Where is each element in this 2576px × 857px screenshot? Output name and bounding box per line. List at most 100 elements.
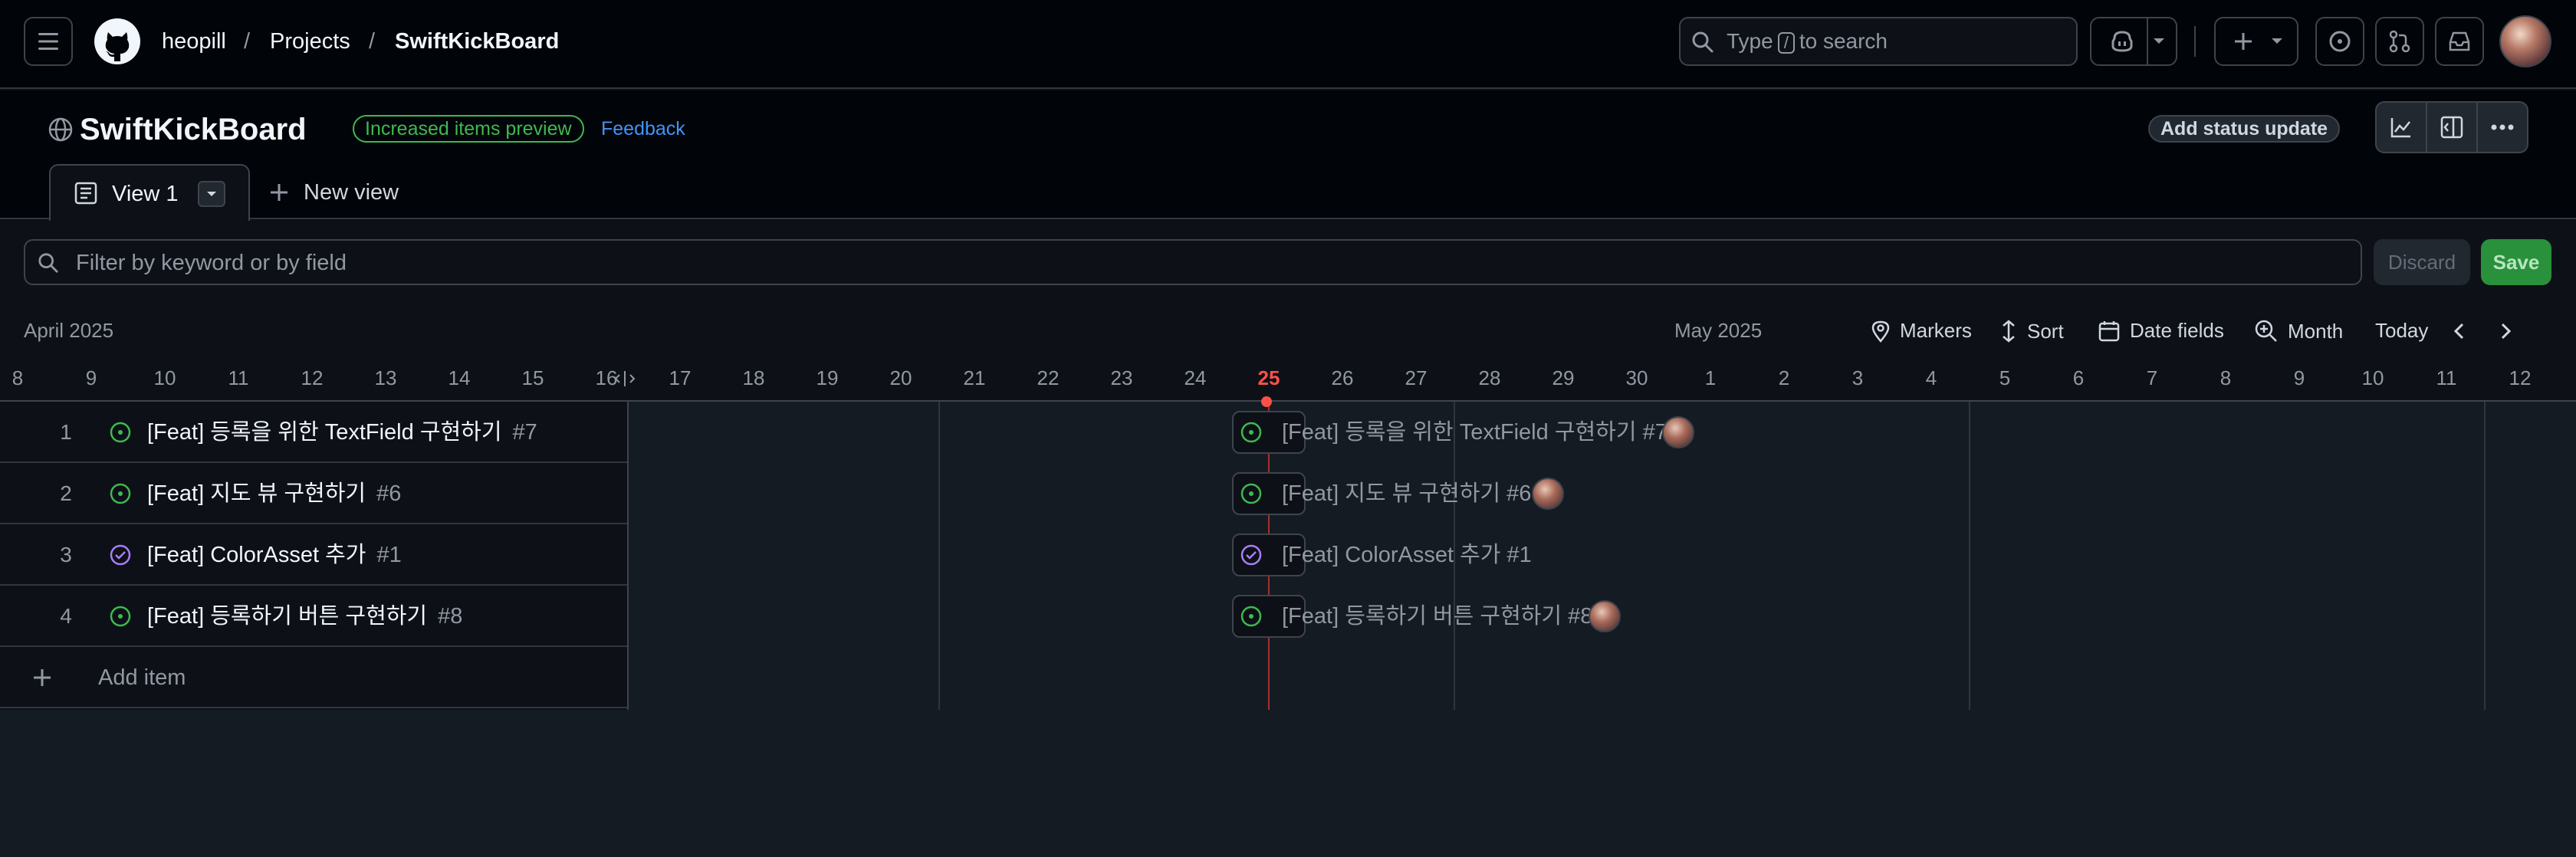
breadcrumb-project[interactable]: SwiftKickBoard bbox=[395, 28, 559, 55]
issue-closed-icon bbox=[1240, 544, 1262, 566]
location-pin-icon bbox=[1871, 320, 1890, 343]
empty-canvas bbox=[0, 710, 2576, 857]
zoom-month-button[interactable]: Month bbox=[2254, 319, 2343, 343]
divider bbox=[2194, 26, 2196, 57]
week-gridline bbox=[938, 402, 940, 710]
day-label: 2 bbox=[1778, 366, 1790, 389]
tab-view-1[interactable]: View 1 bbox=[49, 164, 250, 221]
sort-label: Sort bbox=[2027, 319, 2064, 343]
add-status-update-button[interactable]: Add status update bbox=[2148, 115, 2341, 143]
breadcrumb-projects[interactable]: Projects bbox=[270, 28, 350, 55]
day-label: 11 bbox=[228, 366, 249, 389]
menu-button[interactable] bbox=[24, 17, 73, 66]
graph-icon[interactable] bbox=[2389, 115, 2413, 140]
day-label: 15 bbox=[521, 366, 544, 389]
day-label: 24 bbox=[1184, 366, 1207, 389]
day-label: 21 bbox=[963, 366, 986, 389]
day-label: 27 bbox=[1405, 366, 1428, 389]
issue-opened-icon bbox=[110, 422, 131, 443]
day-label: 23 bbox=[1110, 366, 1133, 389]
item-title[interactable]: [Feat] 지도 뷰 구현하기 #6 bbox=[147, 463, 401, 524]
table-divider bbox=[627, 402, 629, 710]
git-pull-request-icon bbox=[2389, 30, 2410, 53]
calendar-icon bbox=[2098, 320, 2120, 341]
divider bbox=[2147, 17, 2148, 66]
new-view-button[interactable]: New view bbox=[268, 179, 399, 205]
kebab-horizontal-icon[interactable] bbox=[2490, 123, 2515, 132]
roadmap-table: 1 [Feat] 등록을 위한 TextField 구현하기 #7 2 [Feat… bbox=[0, 400, 2576, 710]
day-label: 9 bbox=[2293, 366, 2305, 389]
slash-key: / bbox=[1777, 32, 1795, 54]
item-title[interactable]: [Feat] 등록하기 버튼 구현하기 #8 bbox=[147, 586, 462, 647]
tab-label: View 1 bbox=[112, 182, 179, 206]
today-button[interactable]: Today bbox=[2375, 319, 2428, 343]
plus-icon bbox=[34, 669, 51, 686]
triangle-down-icon bbox=[207, 192, 216, 196]
add-item-label: Add item bbox=[98, 665, 186, 690]
gantt-item-label[interactable]: [Feat] 등록을 위한 TextField 구현하기 #7 bbox=[1282, 411, 1668, 454]
arrow-both-vertical-icon bbox=[2003, 320, 2015, 343]
month-label-may: May 2025 bbox=[1674, 319, 1763, 342]
day-label: 7 bbox=[2146, 366, 2158, 389]
week-gridline bbox=[1969, 402, 1970, 710]
issue-closed-icon bbox=[110, 544, 131, 566]
save-button[interactable]: Save bbox=[2481, 239, 2551, 285]
day-label: 28 bbox=[1478, 366, 1501, 389]
table-row[interactable]: 1 [Feat] 등록을 위한 TextField 구현하기 #7 bbox=[0, 402, 627, 463]
issue-opened-icon bbox=[2329, 31, 2351, 52]
chevron-left-icon[interactable] bbox=[2450, 320, 2469, 342]
filter-input[interactable]: Filter by keyword or by field bbox=[24, 239, 2362, 285]
table-row[interactable]: 3 [Feat] ColorAsset 추가 #1 bbox=[0, 524, 627, 586]
markers-button[interactable]: Markers bbox=[1871, 319, 1972, 343]
date-fields-button[interactable]: Date fields bbox=[2098, 319, 2224, 343]
chevron-down-icon[interactable] bbox=[2269, 36, 2285, 47]
view-options-button[interactable] bbox=[198, 181, 225, 207]
date-fields-label: Date fields bbox=[2130, 319, 2224, 342]
user-avatar[interactable] bbox=[2499, 15, 2551, 67]
issue-opened-icon bbox=[1240, 483, 1262, 504]
table-icon bbox=[74, 182, 97, 205]
month-label-april: April 2025 bbox=[24, 319, 114, 342]
assignee-avatar[interactable] bbox=[1532, 478, 1564, 510]
sidebar-expand-icon[interactable] bbox=[2440, 115, 2464, 140]
global-search-input[interactable]: Type / to search bbox=[1679, 17, 2078, 66]
issues-button[interactable] bbox=[2315, 17, 2364, 66]
today-label: Today bbox=[2375, 319, 2429, 342]
issue-opened-icon bbox=[1240, 606, 1262, 627]
divider bbox=[2426, 103, 2427, 152]
inbox-icon bbox=[2449, 31, 2470, 51]
table-row[interactable]: 4 [Feat] 등록하기 버튼 구현하기 #8 bbox=[0, 586, 627, 647]
sort-button[interactable]: Sort bbox=[1999, 319, 2064, 343]
item-title[interactable]: [Feat] 등록을 위한 TextField 구현하기 #7 bbox=[147, 402, 537, 463]
feedback-link[interactable]: Feedback bbox=[601, 117, 685, 141]
gantt-item-label[interactable]: [Feat] ColorAsset 추가 #1 bbox=[1282, 534, 1532, 576]
filter-placeholder: Filter by keyword or by field bbox=[76, 251, 347, 275]
inbox-button[interactable] bbox=[2435, 17, 2484, 66]
breadcrumb-owner[interactable]: heopill bbox=[162, 28, 226, 55]
day-label: 5 bbox=[1999, 366, 2011, 389]
create-new-button[interactable] bbox=[2214, 17, 2298, 66]
issue-opened-icon bbox=[110, 483, 131, 504]
table-row[interactable]: 2 [Feat] 지도 뷰 구현하기 #6 bbox=[0, 463, 627, 524]
day-label: 9 bbox=[85, 366, 97, 389]
day-label: 14 bbox=[448, 366, 471, 389]
issue-opened-icon bbox=[1240, 422, 1262, 443]
add-item-row[interactable]: Add item bbox=[0, 647, 627, 708]
day-label: 22 bbox=[1037, 366, 1060, 389]
chevron-down-icon[interactable] bbox=[2151, 36, 2167, 47]
day-label: 20 bbox=[889, 366, 912, 389]
github-logo-icon[interactable] bbox=[93, 17, 142, 66]
gantt-item-label[interactable]: [Feat] 지도 뷰 구현하기 #6 bbox=[1282, 472, 1531, 515]
week-gridline bbox=[2484, 402, 2486, 710]
search-icon bbox=[1692, 31, 1714, 53]
assignee-avatar[interactable] bbox=[1589, 600, 1621, 632]
chevron-right-icon[interactable] bbox=[2496, 320, 2515, 342]
column-resize-icon[interactable] bbox=[610, 369, 639, 388]
gantt-item-label[interactable]: [Feat] 등록하기 버튼 구현하기 #8 bbox=[1282, 595, 1592, 638]
assignee-avatar[interactable] bbox=[1662, 416, 1694, 448]
day-label: 17 bbox=[669, 366, 692, 389]
search-placeholder: Type / to search bbox=[1727, 29, 1888, 54]
discard-button[interactable]: Discard bbox=[2374, 239, 2470, 285]
pull-requests-button[interactable] bbox=[2375, 17, 2424, 66]
item-title[interactable]: [Feat] ColorAsset 추가 #1 bbox=[147, 524, 402, 586]
